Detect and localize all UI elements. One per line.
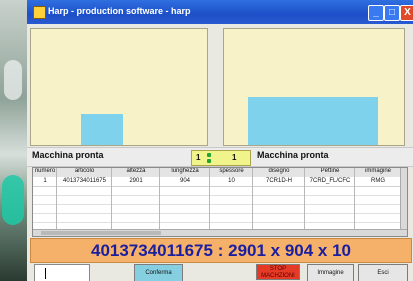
status-right: Macchina pronta [257,150,329,160]
status-row: Macchina pronta 1 1 Macchina pronta [27,147,413,167]
app-window: Harp - production software - harp _ □ X … [27,0,413,281]
column-header[interactable]: spessore [210,168,253,174]
orders-table[interactable]: numero articolo altezza lunghezza spesso… [32,167,408,237]
table-cell: 1 [43,178,47,184]
product-dimensions: 2901 x 904 x 10 [228,241,352,260]
down-arrow-icon[interactable] [207,159,211,163]
column-header[interactable]: articolo [57,168,112,174]
exit-button[interactable]: Esci [358,264,408,281]
status-left: Macchina pronta [32,150,104,160]
confirm-button[interactable]: Conferma [134,264,183,281]
product-banner: 4013734011675 : 2901 x 904 x 10 [30,238,412,263]
table-cell: 7CRD_FL/CFC [309,178,351,184]
text-caret [45,268,46,279]
stop-sublabel: MACHZIONI [261,273,295,279]
table-cell: 904 [179,178,190,184]
table-cell: 10 [228,178,235,184]
title-bar[interactable]: Harp - production software - harp _ □ X [27,0,413,24]
minimize-button[interactable]: _ [368,5,384,21]
table-cell: 7CR1D-H [265,178,292,184]
scrollbar-thumb[interactable] [41,231,161,235]
counter-right-value: 1 [232,153,237,162]
up-arrow-icon[interactable] [207,153,211,157]
banner-separator: : [217,241,224,260]
column-header[interactable]: disegno [253,168,305,174]
column-header[interactable]: lunghezza [160,168,210,174]
table-cell: 4013734011675 [63,178,106,184]
right-level-bar [248,97,378,145]
vertical-scrollbar[interactable] [400,168,407,236]
window-title: Harp - production software - harp [48,6,191,16]
column-header[interactable]: Pettine [305,168,355,174]
barcode-input[interactable] [34,264,90,281]
close-button[interactable]: X [400,5,413,21]
background-photo [0,0,27,281]
stop-button[interactable]: STOP MACHZIONI [256,264,300,280]
counter-left-value: 1 [196,153,201,162]
product-code: 4013734011675 [90,241,213,260]
table-cell: 2901 [129,178,143,184]
column-header[interactable]: immagine [355,168,401,174]
column-header[interactable]: altezza [112,168,160,174]
action-bar: Conferma STOP MACHZIONI Immagine Esci [27,263,413,281]
horizontal-scrollbar[interactable] [33,229,407,236]
left-view-panel [30,28,208,146]
right-view-panel [223,28,405,146]
image-button[interactable]: Immagine [307,264,354,281]
stop-label: STOP [269,266,287,272]
background-object [2,175,24,225]
maximize-button[interactable]: □ [384,5,400,21]
column-header[interactable]: numero [33,168,57,174]
table-cell: RMG [371,178,385,184]
counter-box[interactable]: 1 1 [191,150,251,166]
app-icon [33,6,46,19]
background-object [4,60,22,100]
left-level-bar [81,114,123,145]
